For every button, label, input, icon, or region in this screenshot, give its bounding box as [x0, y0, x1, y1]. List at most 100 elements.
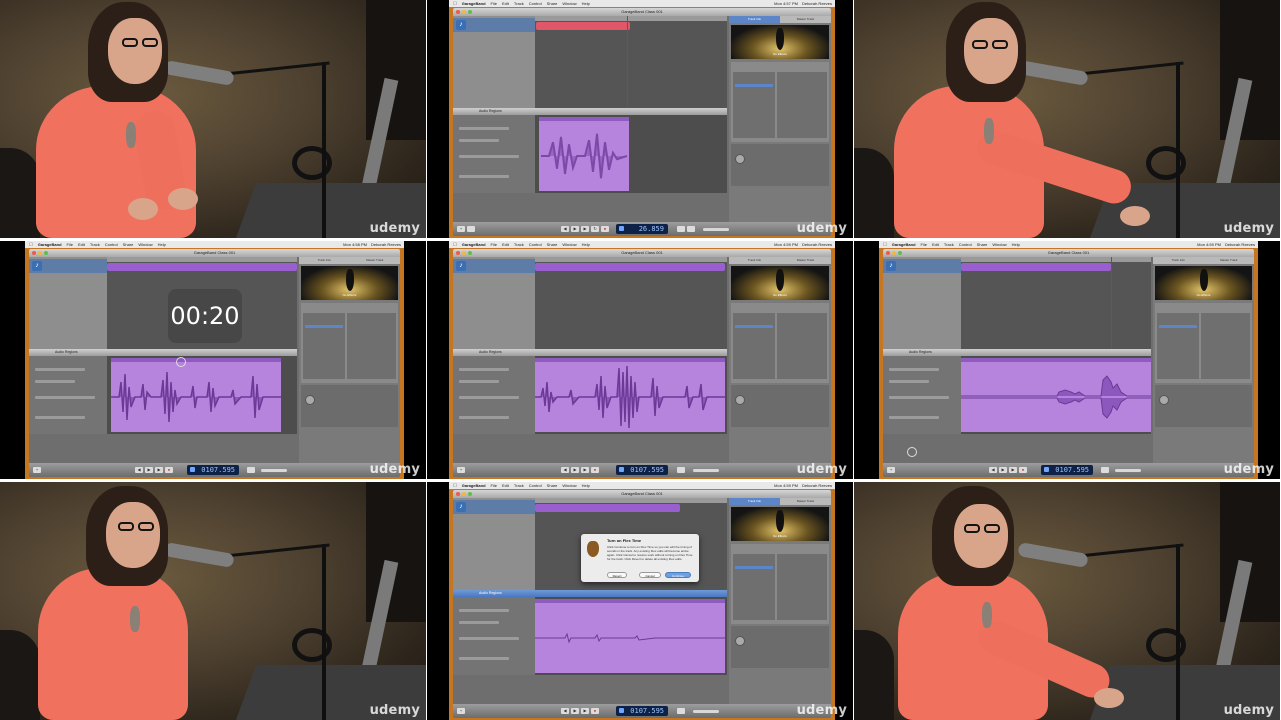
menu-window[interactable]: Window — [562, 1, 576, 6]
metronome-icon[interactable] — [687, 226, 695, 232]
apple-menu-icon[interactable]:  — [453, 483, 457, 489]
cycle-icon[interactable]: ↻ — [591, 226, 599, 232]
menu-file[interactable]: File — [67, 242, 73, 247]
tab-master-track[interactable]: Master Track — [780, 16, 831, 23]
menu-window[interactable]: Window — [992, 242, 1006, 247]
app-menu[interactable]: GarageBand — [462, 1, 486, 6]
apple-menu-icon[interactable]:  — [453, 1, 457, 7]
rewind-icon[interactable]: ◀ — [561, 226, 569, 232]
preset-browser[interactable] — [731, 544, 829, 624]
record-icon[interactable]: ● — [165, 467, 173, 473]
menu-window[interactable]: Window — [562, 242, 576, 247]
loop-browser-button[interactable] — [467, 226, 475, 232]
app-menu[interactable]: GarageBand — [892, 242, 916, 247]
record-icon[interactable]: ● — [601, 226, 609, 232]
effect-knob[interactable] — [735, 154, 745, 164]
tuner-icon[interactable] — [677, 708, 685, 714]
waveform-editor[interactable] — [107, 356, 297, 434]
apple-menu-icon[interactable]:  — [883, 242, 887, 248]
tab-master-track[interactable]: Master Track — [780, 498, 831, 505]
forward-icon[interactable]: ▶ — [571, 467, 579, 473]
play-icon[interactable]: ▶ — [1009, 467, 1017, 473]
apple-menu-icon[interactable]:  — [29, 242, 33, 248]
user-name[interactable]: Deborah Reeves — [802, 1, 832, 6]
timeline[interactable] — [961, 257, 1151, 349]
menu-control[interactable]: Control — [529, 1, 542, 6]
tab-track-info[interactable]: Track Info — [729, 498, 780, 505]
waveform-editor[interactable] — [961, 356, 1151, 434]
user-name[interactable]: Deborah Reeves — [802, 483, 832, 488]
tab-track-info[interactable]: Track Info — [729, 257, 780, 264]
menu-help[interactable]: Help — [582, 1, 590, 6]
audio-region[interactable] — [107, 263, 297, 271]
effect-knob[interactable] — [1159, 395, 1169, 405]
user-name[interactable]: Deborah Reeves — [371, 242, 401, 247]
add-track-button[interactable]: + — [33, 467, 41, 473]
rewind-icon[interactable]: ◀ — [561, 467, 569, 473]
menu-share[interactable]: Share — [547, 242, 558, 247]
menu-file[interactable]: File — [491, 1, 497, 6]
waveform-editor[interactable] — [535, 356, 727, 434]
menu-help[interactable]: Help — [158, 242, 166, 247]
forward-icon[interactable]: ▶ — [145, 467, 153, 473]
tuner-icon[interactable] — [1101, 467, 1109, 473]
menu-control[interactable]: Control — [959, 242, 972, 247]
tuner-icon[interactable] — [247, 467, 255, 473]
menu-track[interactable]: Track — [90, 242, 100, 247]
menu-track[interactable]: Track — [514, 483, 524, 488]
time-display[interactable]: 0107.595 — [616, 465, 668, 475]
waveform-region[interactable] — [535, 599, 725, 673]
waveform-region[interactable] — [961, 358, 1151, 432]
record-icon[interactable]: ● — [591, 467, 599, 473]
time-display[interactable]: 0107.595 — [616, 706, 668, 716]
tuner-icon[interactable] — [677, 226, 685, 232]
tuner-icon[interactable] — [677, 467, 685, 473]
app-menu[interactable]: GarageBand — [38, 242, 62, 247]
tab-master-track[interactable]: Master Track — [349, 257, 400, 264]
track-header[interactable]: ♪ — [453, 18, 535, 32]
waveform-editor[interactable] — [535, 597, 727, 675]
audio-region[interactable] — [535, 504, 680, 512]
menu-edit[interactable]: Edit — [502, 1, 509, 6]
preset-browser[interactable] — [301, 303, 398, 383]
master-volume-slider[interactable] — [1115, 469, 1141, 472]
menu-share[interactable]: Share — [977, 242, 988, 247]
add-track-button[interactable]: + — [887, 467, 895, 473]
effect-knob[interactable] — [305, 395, 315, 405]
user-name[interactable]: Deborah Reeves — [1225, 242, 1255, 247]
menu-control[interactable]: Control — [105, 242, 118, 247]
master-volume-slider[interactable] — [693, 469, 719, 472]
tab-track-info[interactable]: Track Info — [729, 16, 780, 23]
track-header[interactable]: ♪ — [29, 259, 107, 273]
audio-region[interactable] — [535, 263, 725, 271]
add-track-button[interactable]: + — [457, 226, 465, 232]
audio-region[interactable] — [536, 22, 630, 30]
time-display[interactable]: 26.859 — [616, 224, 668, 234]
waveform-region[interactable] — [535, 358, 725, 432]
apple-menu-icon[interactable]:  — [453, 242, 457, 248]
time-display[interactable]: 0107.595 — [1041, 465, 1093, 475]
menu-track[interactable]: Track — [514, 242, 524, 247]
menu-edit[interactable]: Edit — [78, 242, 85, 247]
menu-track[interactable]: Track — [944, 242, 954, 247]
track-header[interactable]: ♪ — [883, 259, 961, 273]
app-menu[interactable]: GarageBand — [462, 483, 486, 488]
rewind-icon[interactable]: ◀ — [135, 467, 143, 473]
tab-master-track[interactable]: Master Track — [780, 257, 831, 264]
menu-share[interactable]: Share — [547, 483, 558, 488]
menu-window[interactable]: Window — [562, 483, 576, 488]
menu-help[interactable]: Help — [582, 242, 590, 247]
timeline[interactable] — [535, 257, 727, 349]
revert-button[interactable]: Revert — [607, 572, 627, 578]
menu-file[interactable]: File — [921, 242, 927, 247]
tab-track-info[interactable]: Track Info — [299, 257, 350, 264]
track-header[interactable]: ♪ — [453, 259, 535, 273]
record-icon[interactable]: ● — [1019, 467, 1027, 473]
waveform-region[interactable] — [111, 358, 281, 432]
continue-button[interactable]: Continue — [665, 572, 691, 578]
menu-edit[interactable]: Edit — [932, 242, 939, 247]
tab-track-info[interactable]: Track Info — [1153, 257, 1204, 264]
menu-edit[interactable]: Edit — [502, 483, 509, 488]
time-display[interactable]: 0107.595 — [187, 465, 239, 475]
track-header[interactable]: ♪ — [453, 500, 535, 514]
